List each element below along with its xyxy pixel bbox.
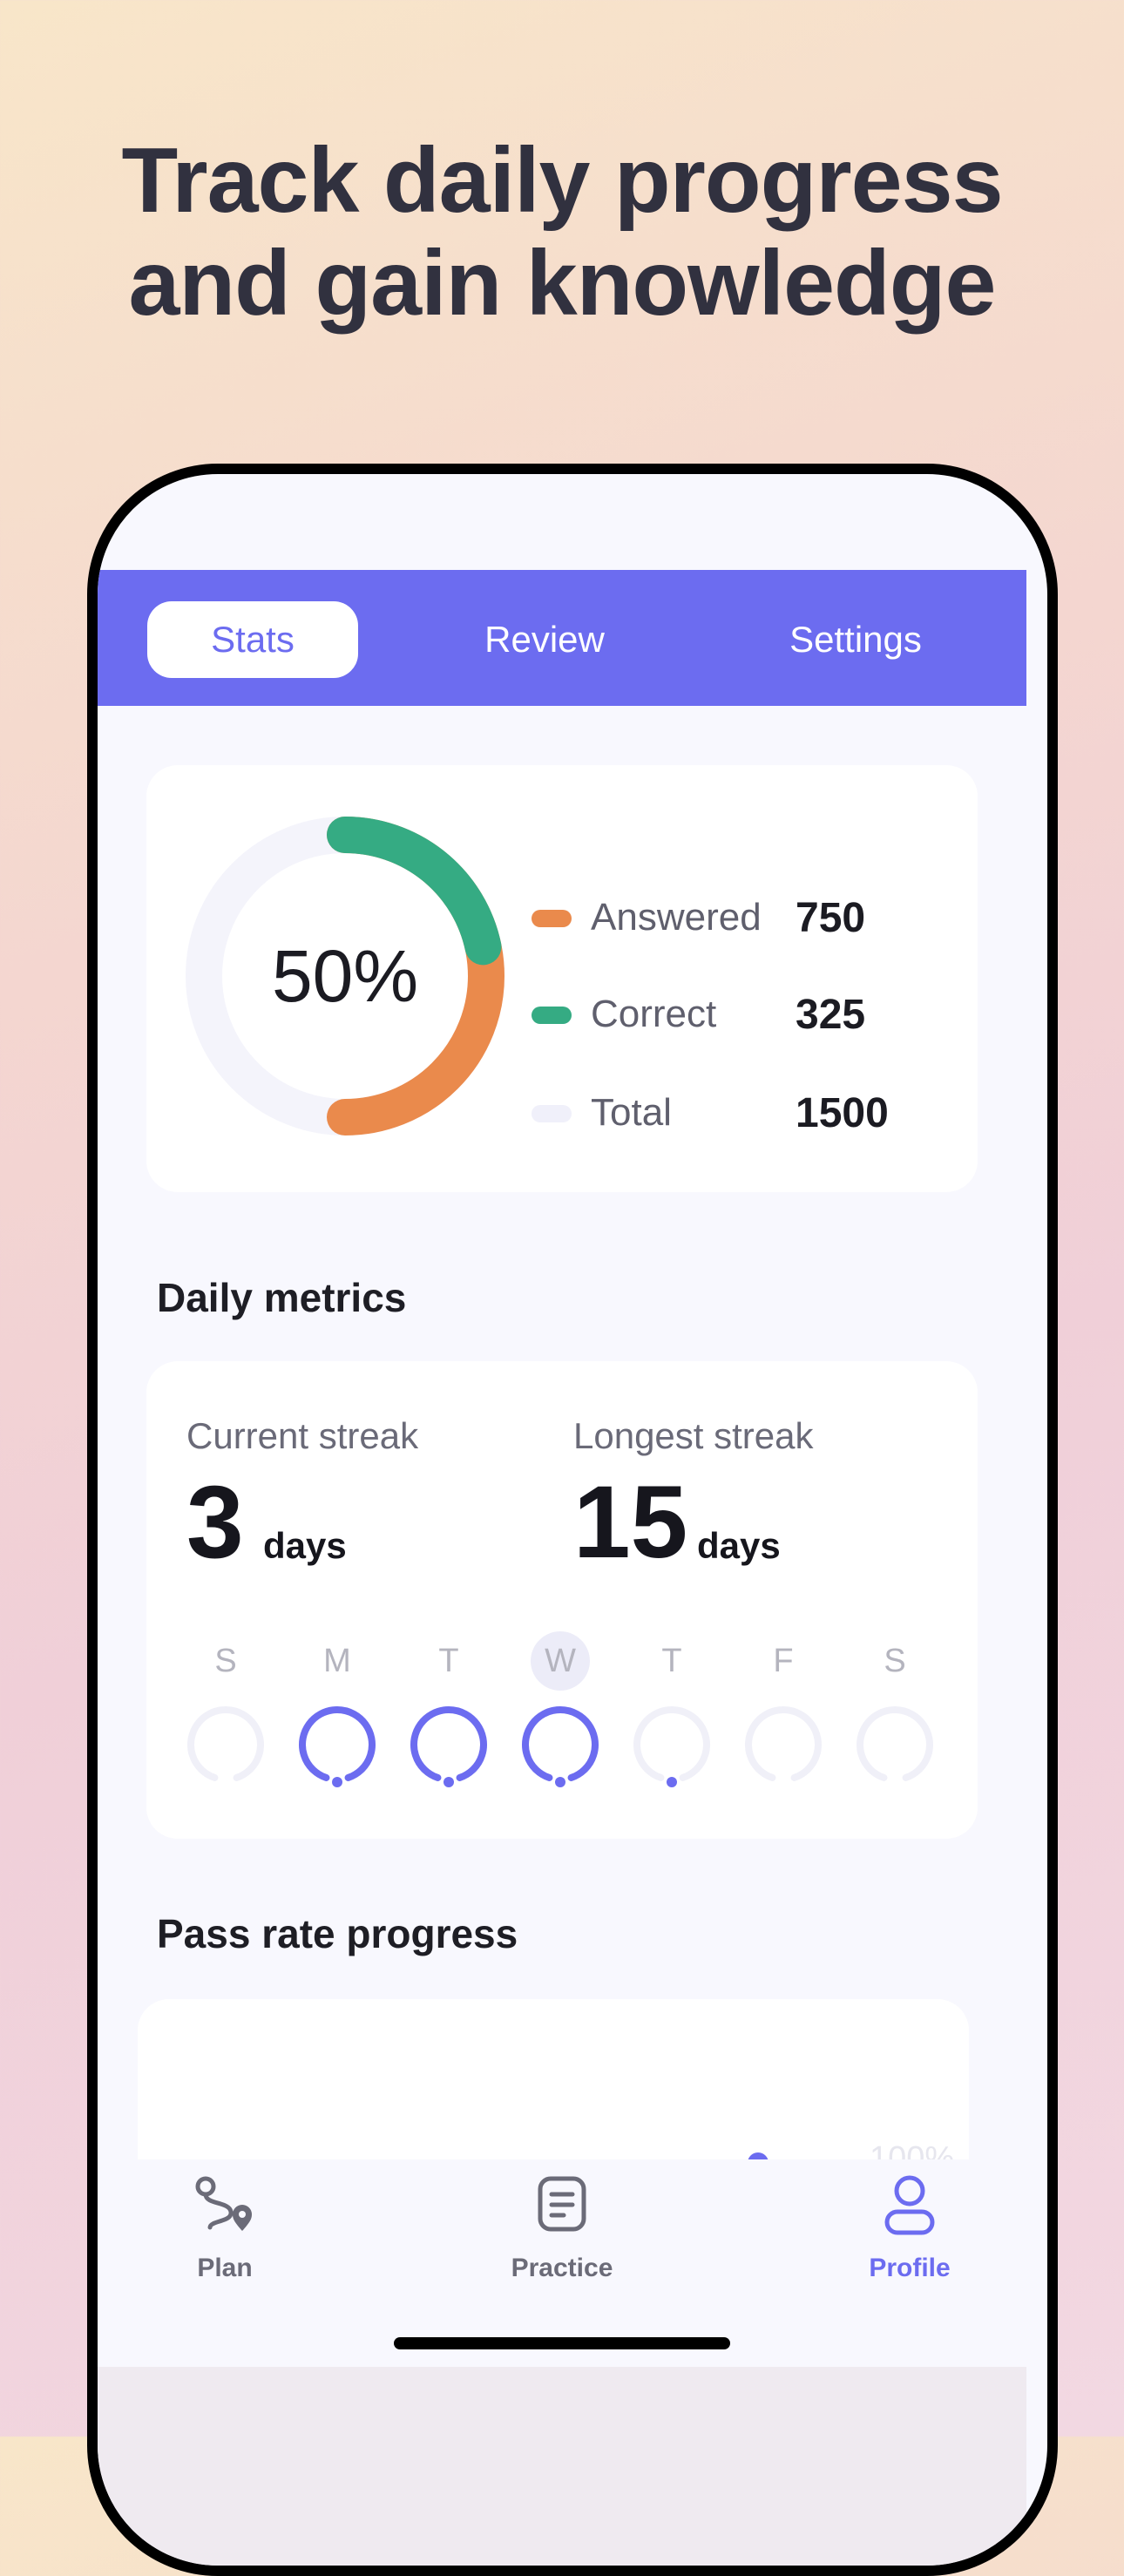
nav-practice[interactable]: Practice bbox=[466, 2170, 658, 2283]
day-letter-thu: T bbox=[661, 1643, 682, 1679]
day-ring-arc bbox=[187, 1706, 264, 1781]
nav-practice-label: Practice bbox=[511, 2254, 613, 2282]
day-ring-dot bbox=[667, 1777, 677, 1787]
day-letter-mon: M bbox=[323, 1643, 351, 1679]
tab-settings[interactable]: Settings bbox=[742, 601, 969, 678]
tab-stats[interactable]: Stats bbox=[147, 601, 358, 678]
tab-review[interactable]: Review bbox=[431, 601, 658, 678]
daily-metrics-title: Daily metrics bbox=[157, 1275, 407, 1320]
legend-total-swatch bbox=[532, 1105, 572, 1122]
nav-profile-label: Profile bbox=[869, 2254, 951, 2282]
headline-line-2: and gain knowledge bbox=[128, 232, 996, 335]
legend-correct-value: 325 bbox=[796, 992, 866, 1038]
legend-total-value: 1500 bbox=[796, 1090, 889, 1136]
day-ring-wed[interactable] bbox=[515, 1701, 606, 1792]
longest-streak-value: 15 bbox=[573, 1465, 688, 1580]
nav-plan-label: Plan bbox=[197, 2254, 253, 2282]
route-pin-icon bbox=[195, 2176, 252, 2231]
day-letter-wed: W bbox=[531, 1631, 590, 1691]
legend-correct-swatch bbox=[532, 1007, 572, 1024]
phone-frame: Stats Review Settings 50% Answered 750 C… bbox=[87, 464, 1058, 2576]
day-letter-tue: T bbox=[438, 1643, 459, 1679]
headline-line-1: Track daily progress bbox=[121, 129, 1003, 232]
day-ring-arc bbox=[299, 1706, 376, 1781]
home-indicator bbox=[394, 2337, 730, 2349]
day-ring-arc bbox=[745, 1706, 822, 1781]
current-streak-value: 3 bbox=[186, 1465, 244, 1580]
tab-bar: Stats Review Settings bbox=[98, 570, 1026, 706]
daily-metrics-card: Current streak 3 days Longest streak 15 … bbox=[146, 1361, 978, 1839]
legend-answered-value: 750 bbox=[796, 895, 866, 941]
day-ring-dot bbox=[332, 1777, 342, 1787]
day-letter-sun: S bbox=[214, 1643, 237, 1679]
current-streak-label: Current streak bbox=[186, 1415, 419, 1456]
day-ring-arc bbox=[522, 1706, 599, 1781]
phone-bottom-strip bbox=[98, 2367, 1026, 2566]
day-ring-thu[interactable] bbox=[626, 1701, 717, 1792]
legend-total-label: Total bbox=[591, 1091, 672, 1134]
legend-answered-swatch bbox=[532, 910, 572, 927]
pass-rate-title: Pass rate progress bbox=[157, 1911, 518, 1956]
day-ring-arc bbox=[410, 1706, 487, 1781]
current-streak-unit: days bbox=[263, 1525, 347, 1566]
document-icon bbox=[538, 2176, 586, 2232]
longest-streak-label: Longest streak bbox=[573, 1415, 814, 1456]
user-icon bbox=[884, 2175, 935, 2235]
day-ring-dot bbox=[555, 1777, 565, 1787]
headline: Track daily progress and gain knowledge bbox=[0, 129, 1124, 335]
day-ring-mon[interactable] bbox=[292, 1701, 383, 1792]
day-letter-fri: F bbox=[773, 1643, 794, 1679]
legend-correct-label: Correct bbox=[591, 993, 717, 1035]
nav-plan[interactable]: Plan bbox=[129, 2170, 321, 2283]
day-ring-arc bbox=[857, 1706, 933, 1781]
nav-profile[interactable]: Profile bbox=[814, 2170, 1006, 2283]
day-ring-arc bbox=[633, 1706, 710, 1781]
day-ring-sat[interactable] bbox=[850, 1701, 940, 1792]
legend-answered-label: Answered bbox=[591, 896, 762, 939]
day-ring-fri[interactable] bbox=[738, 1701, 829, 1792]
day-ring-sun[interactable] bbox=[180, 1701, 271, 1792]
day-ring-dot bbox=[444, 1777, 454, 1787]
donut-percent: 50% bbox=[271, 935, 419, 1017]
longest-streak-unit: days bbox=[697, 1525, 781, 1566]
day-letter-sat: S bbox=[884, 1643, 906, 1679]
stats-card: 50% Answered 750 Correct 325 Total 1500 bbox=[146, 765, 978, 1192]
day-ring-tue[interactable] bbox=[403, 1701, 494, 1792]
